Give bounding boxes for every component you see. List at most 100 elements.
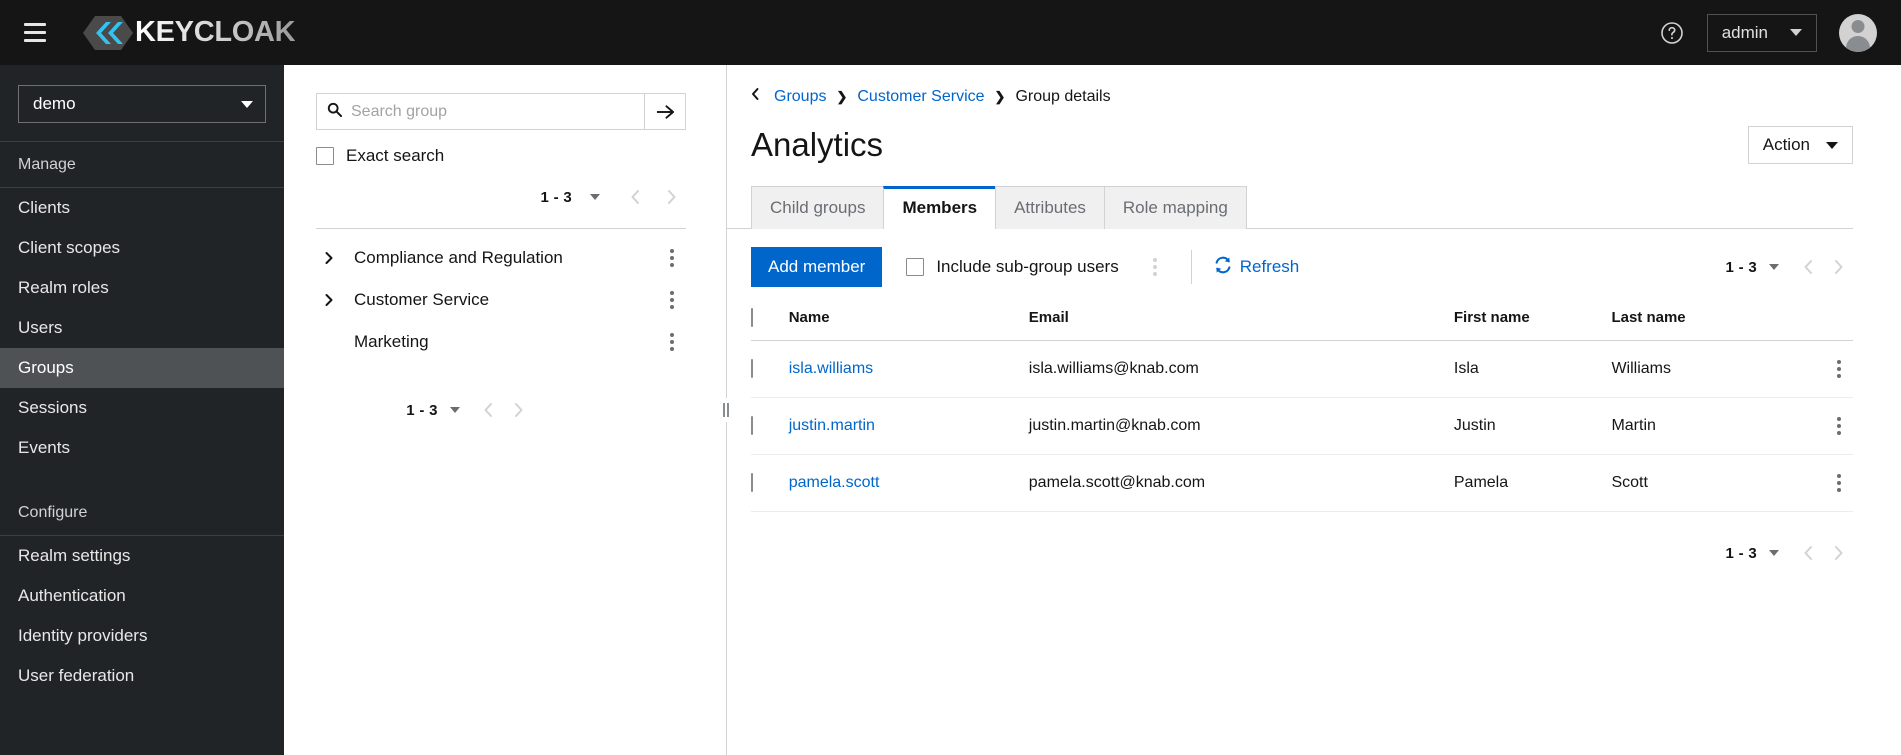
include-subgroup-row: Include sub-group users — [906, 257, 1119, 277]
sidebar-item-realm-roles[interactable]: Realm roles — [0, 268, 284, 308]
cell-name: isla.williams — [788, 340, 1029, 398]
pagination-prev-button[interactable] — [1793, 538, 1823, 568]
masthead: KEYCLOAK admin — [0, 0, 1901, 65]
tree-item-kebab-menu-icon[interactable] — [658, 286, 686, 314]
keycloak-mark-icon — [83, 15, 133, 50]
body-wrapper: demo Manage Clients Client scopes Realm … — [0, 65, 1901, 755]
sidebar-item-identity-providers[interactable]: Identity providers — [0, 616, 284, 656]
sidebar-item-sessions[interactable]: Sessions — [0, 388, 284, 428]
toolbar-divider — [1190, 250, 1192, 284]
tree-item-label: Customer Service — [354, 290, 490, 309]
pagination-prev-button[interactable] — [620, 182, 650, 212]
row-checkbox[interactable] — [751, 359, 753, 378]
select-all-checkbox[interactable] — [751, 308, 753, 327]
members-bottom-pagination: 1 - 3 — [727, 512, 1901, 568]
group-search-box — [316, 93, 645, 130]
table-header-row: Name Email First name Last name — [751, 299, 1853, 341]
tree-item-label: Marketing — [354, 332, 429, 351]
sidebar-item-user-federation[interactable]: User federation — [0, 656, 284, 696]
column-header-last-name: Last name — [1611, 299, 1806, 341]
pagination-options-caret-icon[interactable] — [590, 194, 600, 200]
members-table-head: Name Email First name Last name — [751, 299, 1853, 341]
include-subgroup-label[interactable]: Include sub-group users — [936, 257, 1118, 277]
sidebar-item-client-scopes[interactable]: Client scopes — [0, 228, 284, 268]
breadcrumb-item-group-details: Group details — [1015, 87, 1111, 105]
exact-search-label[interactable]: Exact search — [346, 146, 444, 166]
help-circle-icon[interactable] — [1659, 20, 1685, 46]
exact-search-checkbox[interactable] — [316, 147, 334, 165]
row-kebab-menu-icon[interactable] — [1825, 469, 1853, 497]
keycloak-logo[interactable]: KEYCLOAK — [82, 13, 296, 53]
cell-email: isla.williams@knab.com — [1028, 340, 1454, 398]
sidebar-item-authentication[interactable]: Authentication — [0, 576, 284, 616]
pagination-options-caret-icon[interactable] — [1769, 550, 1779, 556]
breadcrumb-separator-icon: ❯ — [836, 88, 848, 104]
toolbar-kebab-menu-icon[interactable] — [1141, 253, 1169, 281]
realm-selector-wrapper: demo — [0, 85, 284, 141]
cell-last-name: Williams — [1611, 340, 1806, 398]
refresh-button[interactable]: Refresh — [1214, 256, 1299, 279]
action-dropdown-button[interactable]: Action — [1747, 126, 1853, 164]
pagination-count: 1 - 3 — [1725, 258, 1757, 276]
realm-selector[interactable]: demo — [18, 85, 266, 123]
pagination-options-caret-icon[interactable] — [449, 407, 460, 413]
tab-child-groups[interactable]: Child groups — [751, 186, 885, 229]
column-header-email: Email — [1028, 299, 1454, 341]
chevron-left-icon[interactable] — [751, 87, 760, 106]
member-name-link[interactable]: isla.williams — [789, 360, 873, 377]
tab-attributes[interactable]: Attributes — [995, 186, 1105, 229]
row-kebab-menu-icon[interactable] — [1825, 355, 1853, 383]
panel-resize-handle[interactable] — [721, 398, 731, 422]
pagination-next-button[interactable] — [1823, 252, 1853, 282]
breadcrumb-item-groups[interactable]: Groups — [774, 88, 826, 106]
cell-first-name: Isla — [1453, 340, 1612, 398]
sidebar-item-users[interactable]: Users — [0, 308, 284, 348]
tree-item-customer-service[interactable]: Customer Service — [284, 279, 726, 321]
title-row: Analytics Action — [751, 126, 1853, 164]
tree-item-kebab-menu-icon[interactable] — [658, 244, 686, 272]
pagination-next-button[interactable] — [656, 182, 686, 212]
group-search-row — [284, 93, 726, 130]
row-kebab-menu-icon[interactable] — [1825, 412, 1853, 440]
tree-item-kebab-menu-icon[interactable] — [658, 328, 686, 356]
pagination-prev-button[interactable] — [474, 395, 504, 425]
nav-group-title-manage: Manage — [18, 156, 76, 173]
pagination-prev-button[interactable] — [1793, 252, 1823, 282]
hamburger-icon[interactable] — [18, 16, 52, 50]
cell-last-name: Martin — [1611, 397, 1806, 455]
include-subgroup-checkbox[interactable] — [906, 258, 925, 276]
keycloak-admin-console: KEYCLOAK admin demo Manage Clients Clien… — [0, 0, 1901, 755]
pagination-options-caret-icon[interactable] — [1769, 264, 1779, 270]
search-input[interactable] — [351, 102, 636, 121]
members-top-pagination: 1 - 3 — [1725, 252, 1853, 282]
tab-role-mapping[interactable]: Role mapping — [1103, 186, 1247, 229]
search-submit-button[interactable] — [645, 93, 686, 130]
tree-item-marketing[interactable]: Marketing — [284, 321, 726, 363]
pagination-count: 1 - 3 — [1725, 544, 1757, 562]
pagination-next-button[interactable] — [1823, 538, 1853, 568]
avatar[interactable] — [1839, 13, 1877, 52]
sidebar-item-realm-settings[interactable]: Realm settings — [0, 536, 284, 576]
tree-item-compliance-and-regulation[interactable]: Compliance and Regulation — [284, 237, 726, 279]
members-table-body: isla.williams isla.williams@knab.com Isl… — [751, 340, 1853, 512]
chevron-right-icon[interactable] — [316, 251, 342, 265]
sidebar-item-events[interactable]: Events — [0, 428, 284, 468]
tab-members[interactable]: Members — [883, 186, 997, 229]
chevron-right-icon[interactable] — [316, 293, 342, 307]
sidebar-item-groups[interactable]: Groups — [0, 348, 284, 388]
user-menu-toggle[interactable]: admin — [1706, 13, 1817, 52]
member-name-link[interactable]: justin.martin — [789, 417, 875, 434]
row-checkbox[interactable] — [751, 473, 753, 492]
member-name-link[interactable]: pamela.scott — [789, 474, 880, 491]
row-select-cell — [751, 397, 789, 455]
row-checkbox[interactable] — [751, 416, 753, 435]
group-tree-list: Compliance and Regulation Customer Servi… — [284, 229, 726, 363]
sidebar-item-clients[interactable]: Clients — [0, 188, 284, 228]
cell-name: justin.martin — [788, 397, 1029, 455]
row-select-cell — [751, 454, 789, 512]
pagination-next-button[interactable] — [504, 395, 534, 425]
add-member-button[interactable]: Add member — [751, 247, 883, 287]
breadcrumb-item-customer-service[interactable]: Customer Service — [857, 88, 984, 106]
caret-down-icon — [1790, 29, 1802, 36]
